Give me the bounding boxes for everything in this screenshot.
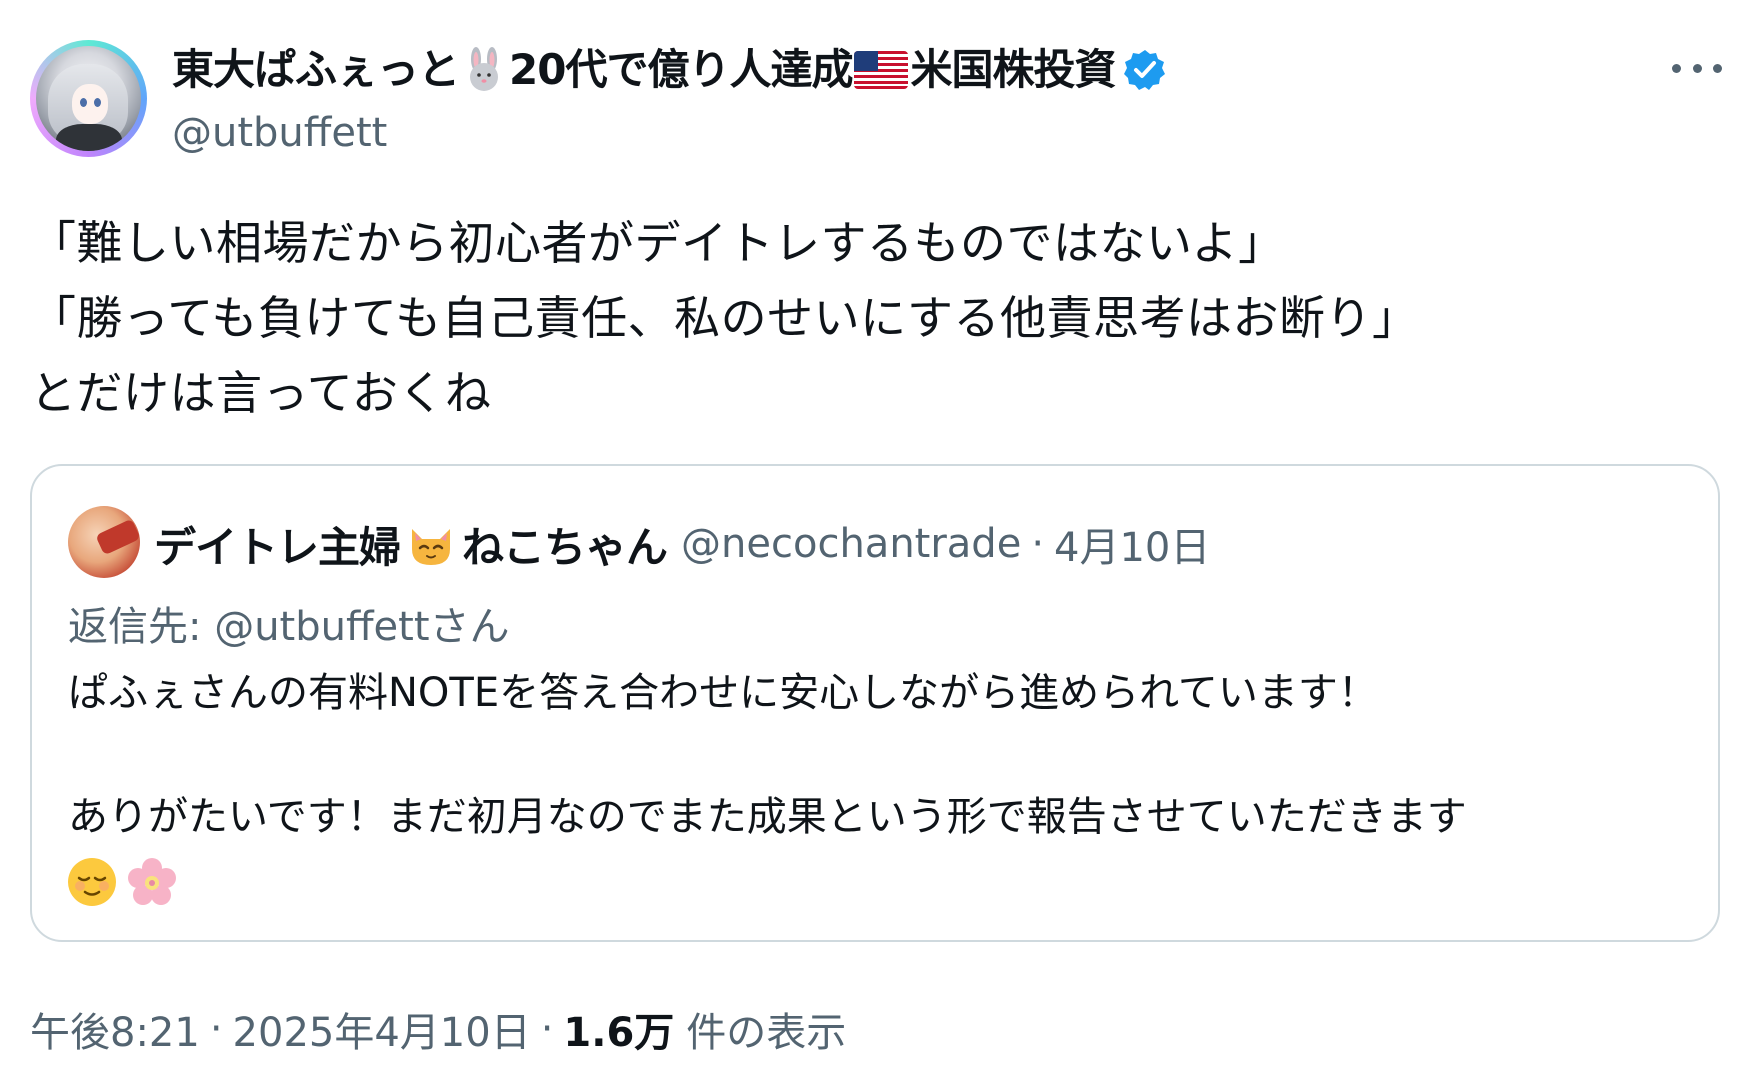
quoted-tweet-date[interactable]: 4月10日 — [1054, 515, 1210, 573]
verified-badge-icon[interactable] — [1123, 48, 1167, 92]
relieved-face-icon — [68, 858, 116, 906]
cat-face-icon — [412, 529, 451, 565]
views-count[interactable]: 1.6万 — [563, 1000, 674, 1058]
separator-dot: · — [209, 1006, 223, 1052]
author-avatar[interactable] — [30, 40, 147, 157]
tweet-line: とだけは言っておくね — [30, 366, 492, 420]
tweet-text: 「難しい相場だから初心者がデイトレするものではないよ」 「勝っても負けても自己責… — [30, 206, 1710, 431]
tweet-time[interactable]: 午後8:21 — [30, 1000, 200, 1058]
reply-mention-link[interactable]: @utbuffettさん — [214, 604, 509, 650]
author-name-part2: 20代で億り人達成 — [509, 45, 853, 94]
views-label[interactable]: 件の表示 — [686, 1000, 846, 1058]
more-options-icon[interactable] — [1672, 56, 1722, 80]
quoted-author-handle[interactable]: @necochantrade — [681, 521, 1021, 567]
tweet-footer: 午後8:21 · 2025年4月10日 · 1.6万 件の表示 — [30, 1000, 846, 1058]
author-name-part3: 米国株投資 — [910, 45, 1116, 94]
quoted-tweet-header: デイトレ主婦 ねこちゃん @necochantrade · 4月10日 — [154, 514, 1210, 574]
separator-dot: · — [540, 1006, 554, 1052]
quoted-line: ぱふぇさんの有料NOTEを答え合わせに安心しながら進められています！ — [68, 670, 1378, 716]
quoted-author-name-part2[interactable]: ねこちゃん — [462, 514, 668, 575]
tweet-date[interactable]: 2025年4月10日 — [233, 1000, 531, 1058]
quoted-author-name-part1[interactable]: デイトレ主婦 — [154, 514, 401, 575]
rabbit-icon — [470, 47, 499, 91]
quoted-tweet-text: ぱふぇさんの有料NOTEを答え合わせに安心しながら進められています！ ありがたい… — [68, 662, 1688, 848]
quoted-tweet-card[interactable]: デイトレ主婦 ねこちゃん @necochantrade · 4月10日 返信先:… — [30, 464, 1720, 942]
author-display-name[interactable]: 東大ぱふぇっと 20代で億り人達成 米国株投資 — [172, 42, 1167, 98]
tweet-line: 「難しい相場だから初心者がデイトレするものではないよ」 — [30, 216, 1285, 270]
reply-to-line: 返信先: @utbuffettさん — [68, 594, 510, 652]
avatar-image — [36, 46, 141, 151]
author-name-part1: 東大ぱふぇっと — [172, 45, 460, 94]
quoted-line: ありがたいです！まだ初月なのでまた成果という形で報告させていただきます — [68, 794, 1467, 840]
cherry-blossom-icon — [128, 858, 176, 905]
author-handle[interactable]: @utbuffett — [172, 108, 387, 158]
quoted-author-avatar[interactable] — [68, 506, 140, 578]
quoted-line — [68, 724, 1688, 786]
us-flag-icon — [854, 51, 909, 89]
separator-dot: · — [1031, 521, 1045, 567]
tweet: 東大ぱふぇっと 20代で億り人達成 米国株投資 @utbuffett 「難しい相… — [0, 0, 1753, 1081]
reply-prefix: 返信先: — [68, 604, 202, 650]
tweet-line: 「勝っても負けても自己責任、私のせいにする他責思考はお断り」 — [30, 291, 1419, 345]
quoted-emojis — [66, 856, 178, 908]
